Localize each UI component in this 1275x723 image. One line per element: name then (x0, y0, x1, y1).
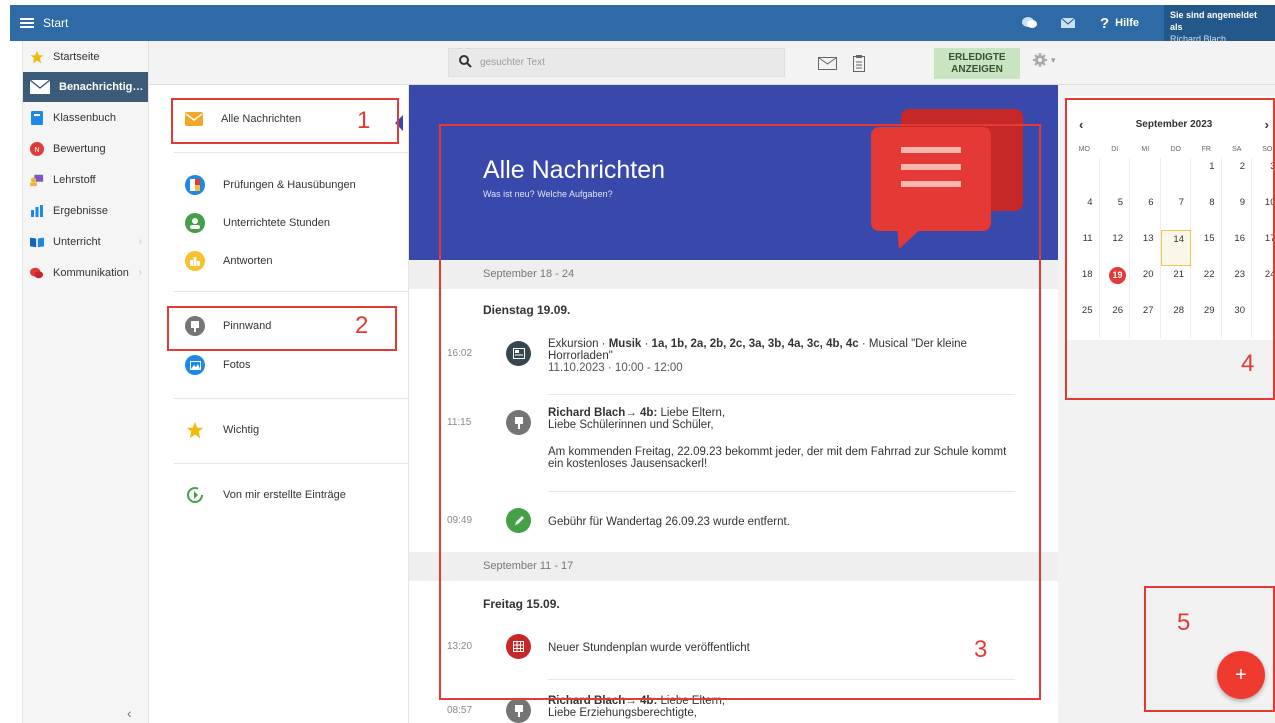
chevron-right-icon: › (138, 236, 142, 247)
sidebar-item-lehrstoff[interactable]: Lehrstoff (23, 164, 148, 195)
person-icon (185, 213, 205, 233)
divider (174, 152, 409, 153)
envelope-icon (30, 80, 50, 94)
collapse-sidebar-button[interactable]: ‹ (127, 705, 132, 721)
sidebar-item-label: Unterricht (53, 235, 101, 248)
annotation-number: 2 (355, 312, 369, 339)
sidebar-item-unterricht[interactable]: Unterricht › (23, 226, 148, 257)
filter-label: Fotos (223, 359, 251, 371)
sidebar-item-bewertung[interactable]: N Bewertung (23, 133, 148, 164)
app-left-edge (10, 41, 23, 723)
sidebar-item-klassenbuch[interactable]: Klassenbuch (23, 102, 148, 133)
svg-text:N: N (34, 146, 39, 154)
sidebar-item-startseite[interactable]: Startseite (23, 41, 148, 72)
search-input[interactable] (480, 57, 740, 68)
star-icon (185, 420, 205, 440)
annotation-number: 3 (974, 636, 988, 663)
menu-icon (20, 18, 34, 28)
start-label: Start (43, 16, 69, 30)
sidebar-item-label: Startseite (53, 50, 100, 63)
show-completed-button[interactable]: ERLEDIGTE ANZEIGEN (934, 48, 1020, 79)
help-button[interactable]: ? Hilfe (1100, 15, 1139, 32)
filter-label: Unterrichtete Stunden (223, 217, 331, 229)
annotation-number: 1 (357, 107, 371, 134)
toolbar: ERLEDIGTE ANZEIGEN ▾ (149, 41, 1275, 85)
filter-own-entries[interactable]: Von mir erstellte Einträge (185, 485, 346, 505)
top-bar: Start ? Hilfe Sie sind angemeldet als Ri… (10, 5, 1275, 44)
compose-mail-button[interactable] (816, 52, 838, 74)
message-filters: Alle Nachrichten Prüfungen & Hausübungen… (149, 85, 409, 723)
chart-icon (185, 251, 205, 271)
settings-dropdown[interactable]: ▾ (1033, 53, 1056, 67)
mail-icon[interactable] (1060, 15, 1076, 31)
chevron-down-icon: ▾ (1051, 54, 1056, 65)
photo-icon (185, 355, 205, 375)
clipboard-icon (853, 54, 865, 72)
filter-important[interactable]: Wichtig (185, 420, 259, 440)
sidebar-item-label: Ergebnisse (53, 204, 109, 217)
filter-label: Prüfungen & Hausübungen (223, 179, 356, 191)
annotation-number: 5 (1177, 609, 1191, 636)
divider (174, 463, 409, 464)
clipboard-button[interactable] (848, 52, 870, 74)
sidebar-item-ergebnisse[interactable]: Ergebnisse (23, 195, 148, 226)
entry-time: 08:57 (447, 705, 473, 716)
filter-label: Wichtig (223, 424, 260, 436)
sidebar-item-label: Kommunikation (53, 266, 129, 279)
book-icon (30, 110, 44, 125)
open-book-icon (30, 235, 44, 249)
sidebar-item-label: Benachrichtig… (59, 81, 144, 93)
user-info[interactable]: Sie sind angemeldet als Richard Blach (1164, 5, 1275, 44)
teacher-icon (30, 173, 44, 187)
exam-icon (185, 175, 205, 195)
divider (174, 398, 409, 399)
star-icon (30, 50, 44, 64)
annotation-box-5 (1144, 586, 1275, 712)
gear-icon (1033, 53, 1047, 67)
sidebar-item-label: Lehrstoff (53, 173, 96, 186)
filter-photos[interactable]: Fotos (185, 355, 251, 375)
search-icon (459, 54, 472, 71)
pinboard-icon (506, 698, 531, 723)
bar-chart-icon (30, 204, 44, 218)
filter-exams[interactable]: Prüfungen & Hausübungen (185, 175, 356, 195)
grade-icon: N (30, 141, 44, 156)
user-info-caption: Sie sind angemeldet als (1170, 10, 1258, 32)
question-icon: ? (1100, 14, 1110, 32)
annotation-number: 4 (1241, 350, 1255, 377)
show-completed-label-2: ANZEIGEN (951, 64, 1003, 75)
entry-greeting-2: Liebe Erziehungsberechtigte, (548, 707, 697, 719)
help-label: Hilfe (1115, 17, 1140, 29)
show-completed-label-1: ERLEDIGTE (948, 52, 1006, 63)
filter-answers[interactable]: Antworten (185, 251, 273, 271)
envelope-outline-icon (817, 56, 837, 70)
sidebar-item-kommunikation[interactable]: Kommunikation › (23, 257, 148, 288)
filter-label: Antworten (223, 255, 273, 267)
sidebar-item-benachrichtigungen[interactable]: Benachrichtig… (23, 72, 148, 102)
filter-lessons[interactable]: Unterrichtete Stunden (185, 213, 330, 233)
chevron-right-icon: › (138, 267, 142, 278)
sidebar-item-label: Klassenbuch (53, 111, 116, 124)
annotation-box-3 (439, 124, 1041, 700)
divider (174, 291, 409, 292)
chat-icon (30, 266, 44, 280)
sidebar: Startseite Benachrichtig… Klassenbuch N … (23, 41, 149, 723)
start-menu-button[interactable]: Start (20, 5, 68, 41)
search-box[interactable] (448, 48, 785, 77)
sidebar-item-label: Bewertung (53, 142, 106, 155)
chat-bubbles-icon[interactable] (1022, 15, 1038, 31)
filter-label: Von mir erstellte Einträge (223, 489, 346, 501)
timer-icon (185, 485, 205, 505)
